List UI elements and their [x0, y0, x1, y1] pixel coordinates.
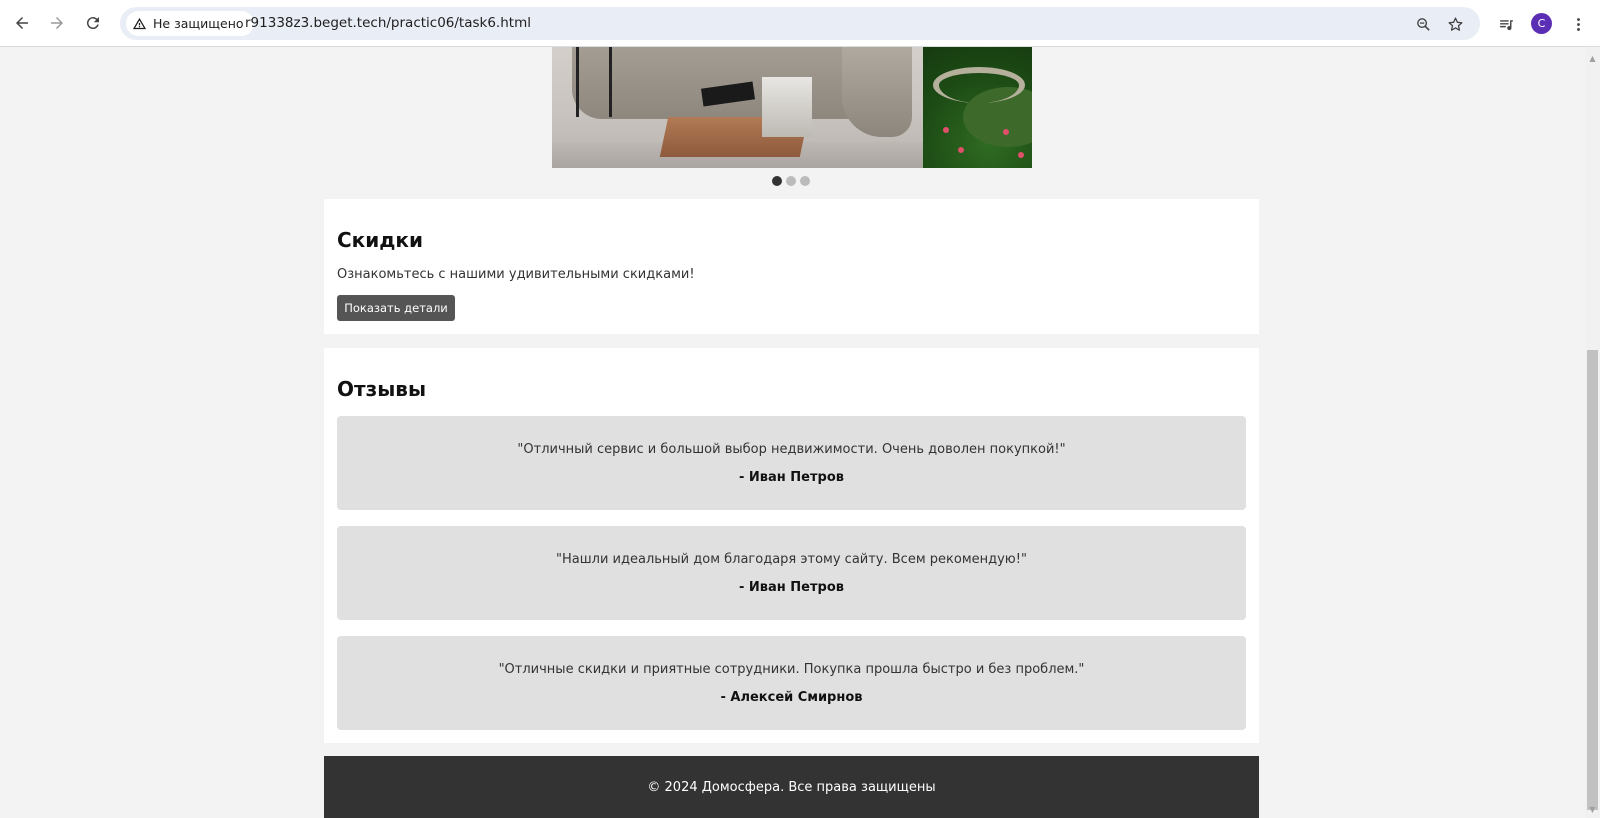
- warning-icon: [132, 17, 147, 30]
- arrow-left-icon: [16, 17, 28, 29]
- scroll-down-icon[interactable]: ▼: [1585, 802, 1600, 816]
- security-indicator[interactable]: Не защищено: [126, 11, 254, 36]
- scroll-thumb[interactable]: [1587, 350, 1598, 810]
- review-card: "Отличные скидки и приятные сотрудники. …: [337, 636, 1246, 730]
- discounts-section: Скидки Ознакомьтесь с нашими удивительны…: [324, 199, 1259, 334]
- more-vertical-icon: [1576, 17, 1580, 31]
- slider-dot[interactable]: [772, 176, 782, 186]
- slider-image: [552, 47, 1032, 168]
- reload-button[interactable]: [78, 8, 108, 38]
- star-icon: [1447, 16, 1463, 31]
- forward-button[interactable]: [42, 8, 72, 38]
- page-footer: © 2024 Домосфера. Все права защищены: [324, 756, 1259, 818]
- slide-garden-image: [923, 47, 1032, 168]
- playlist-icon: [1499, 19, 1513, 30]
- bookmark-button[interactable]: [1445, 14, 1465, 34]
- back-button[interactable]: [7, 8, 37, 38]
- review-text: "Нашли идеальный дом благодаря этому сай…: [556, 552, 1027, 567]
- review-card: "Отличный сервис и большой выбор недвижи…: [337, 416, 1246, 510]
- browser-toolbar: Не защищено r91338z3.beget.tech/practic0…: [0, 0, 1600, 47]
- vertical-scrollbar[interactable]: ▲ ▼: [1585, 47, 1600, 818]
- zoom-button[interactable]: [1413, 14, 1433, 34]
- review-author: - Алексей Смирнов: [720, 690, 863, 705]
- review-card: "Нашли идеальный дом благодаря этому сай…: [337, 526, 1246, 620]
- scroll-up-icon[interactable]: ▲: [1585, 51, 1600, 65]
- review-author: - Иван Петров: [738, 470, 844, 485]
- address-bar[interactable]: Не защищено r91338z3.beget.tech/practic0…: [120, 7, 1480, 40]
- discounts-title: Скидки: [337, 228, 424, 252]
- review-text: "Отличные скидки и приятные сотрудники. …: [498, 662, 1085, 677]
- slider-dot[interactable]: [786, 176, 796, 186]
- footer-copyright: © 2024 Домосфера. Все права защищены: [647, 779, 936, 795]
- url-text[interactable]: r91338z3.beget.tech/practic06/task6.html: [245, 15, 531, 31]
- slide-living-room-image: [552, 47, 923, 168]
- reviews-title: Отзывы: [337, 377, 427, 401]
- zoom-icon: [1416, 17, 1430, 31]
- profile-avatar[interactable]: C: [1531, 13, 1552, 34]
- menu-button[interactable]: [1568, 14, 1588, 34]
- slider-dot[interactable]: [800, 176, 810, 186]
- media-controls-button[interactable]: [1496, 14, 1516, 34]
- slider-dots: [772, 176, 810, 186]
- discounts-text: Ознакомьтесь с нашими удивительными скид…: [337, 267, 695, 282]
- review-text: "Отличный сервис и большой выбор недвижи…: [517, 442, 1066, 457]
- reload-icon: [86, 17, 99, 30]
- show-details-button[interactable]: Показать детали: [337, 295, 455, 321]
- review-author: - Иван Петров: [738, 580, 844, 595]
- security-label: Не защищено: [153, 16, 244, 31]
- reviews-section: Отзывы "Отличный сервис и большой выбор …: [324, 348, 1259, 743]
- arrow-right-icon: [51, 17, 63, 29]
